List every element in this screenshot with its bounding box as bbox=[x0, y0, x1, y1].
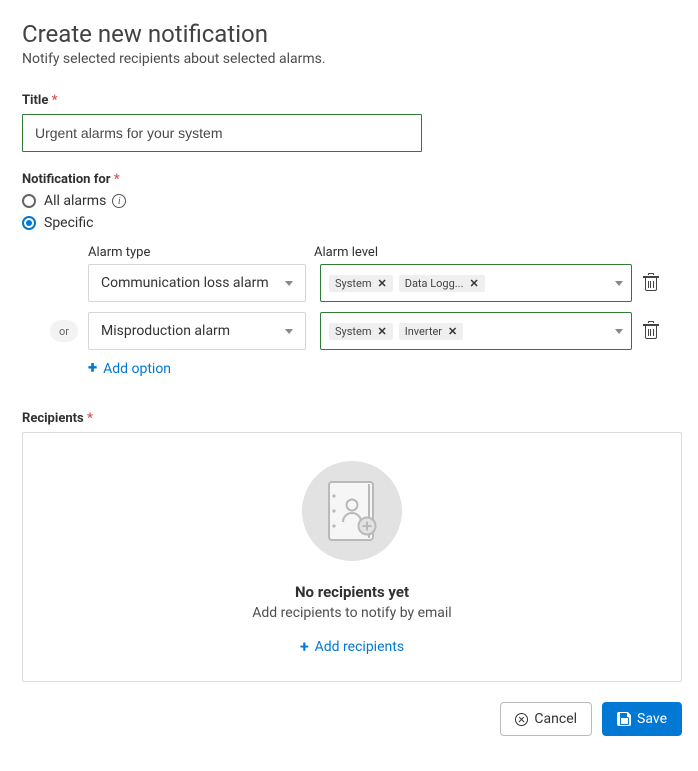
column-header-level: Alarm level bbox=[314, 245, 688, 260]
alarm-type-select[interactable]: Communication loss alarm bbox=[88, 264, 306, 302]
required-indicator: * bbox=[114, 172, 120, 187]
contacts-illustration-icon bbox=[302, 461, 402, 561]
cancel-icon bbox=[515, 713, 528, 726]
remove-tag-icon[interactable]: ✕ bbox=[448, 325, 457, 338]
add-option-label: Add option bbox=[103, 361, 171, 377]
save-icon bbox=[617, 712, 631, 726]
level-tag: Inverter ✕ bbox=[399, 323, 464, 340]
column-header-type: Alarm type bbox=[88, 245, 314, 260]
chevron-down-icon bbox=[615, 329, 623, 334]
add-recipients-button[interactable]: + Add recipients bbox=[300, 639, 404, 655]
or-separator: or bbox=[50, 320, 78, 342]
level-tag: Data Logg... ✕ bbox=[399, 275, 485, 292]
title-input[interactable] bbox=[22, 114, 422, 152]
add-recipients-label: Add recipients bbox=[315, 639, 404, 655]
remove-tag-icon[interactable]: ✕ bbox=[378, 325, 387, 338]
recipients-panel: No recipients yet Add recipients to noti… bbox=[22, 432, 682, 682]
required-indicator: * bbox=[52, 93, 58, 108]
notification-for-label: Notification for * bbox=[22, 172, 688, 187]
recipients-empty-subtitle: Add recipients to notify by email bbox=[252, 605, 451, 621]
save-label: Save bbox=[637, 711, 667, 727]
recipients-label: Recipients * bbox=[22, 411, 688, 426]
alarm-row: Communication loss alarm System ✕ Data L… bbox=[88, 264, 688, 302]
remove-tag-icon[interactable]: ✕ bbox=[469, 277, 478, 290]
delete-row-button[interactable] bbox=[644, 275, 658, 291]
cancel-button[interactable]: Cancel bbox=[500, 702, 592, 736]
required-indicator: * bbox=[87, 411, 93, 426]
recipients-empty-title: No recipients yet bbox=[295, 583, 409, 601]
alarm-level-multiselect[interactable]: System ✕ Data Logg... ✕ bbox=[320, 264, 632, 302]
page-subtitle: Notify selected recipients about selecte… bbox=[22, 51, 688, 67]
delete-row-button[interactable] bbox=[644, 323, 658, 339]
chevron-down-icon bbox=[615, 281, 623, 286]
alarm-type-value: Misproduction alarm bbox=[101, 323, 230, 339]
level-tag-text: System bbox=[335, 277, 372, 290]
save-button[interactable]: Save bbox=[602, 702, 682, 736]
alarm-type-value: Communication loss alarm bbox=[101, 275, 269, 291]
level-tag: System ✕ bbox=[329, 323, 393, 340]
radio-all-alarms[interactable]: All alarms i bbox=[22, 193, 688, 209]
recipients-label-text: Recipients bbox=[22, 411, 84, 426]
level-tag-text: Data Logg... bbox=[405, 277, 464, 290]
cancel-label: Cancel bbox=[534, 711, 577, 727]
alarm-type-select[interactable]: Misproduction alarm bbox=[88, 312, 306, 350]
radio-icon bbox=[22, 194, 36, 208]
level-tag-text: System bbox=[335, 325, 372, 338]
page-title: Create new notification bbox=[22, 20, 688, 48]
info-icon[interactable]: i bbox=[112, 194, 126, 208]
level-tag: System ✕ bbox=[329, 275, 393, 292]
radio-icon bbox=[22, 216, 36, 230]
alarm-level-multiselect[interactable]: System ✕ Inverter ✕ bbox=[320, 312, 632, 350]
title-label: Title * bbox=[22, 93, 688, 108]
radio-label: All alarms bbox=[44, 193, 106, 209]
alarm-row: or Misproduction alarm System ✕ Inverter… bbox=[88, 312, 688, 350]
plus-icon: + bbox=[88, 360, 97, 377]
radio-specific[interactable]: Specific bbox=[22, 215, 688, 231]
title-label-text: Title bbox=[22, 93, 48, 108]
radio-label: Specific bbox=[44, 215, 93, 231]
plus-icon: + bbox=[300, 639, 309, 655]
notification-for-label-text: Notification for bbox=[22, 172, 110, 187]
chevron-down-icon bbox=[285, 281, 293, 286]
remove-tag-icon[interactable]: ✕ bbox=[378, 277, 387, 290]
add-option-button[interactable]: + Add option bbox=[88, 360, 688, 377]
level-tag-text: Inverter bbox=[405, 325, 442, 338]
chevron-down-icon bbox=[285, 329, 293, 334]
